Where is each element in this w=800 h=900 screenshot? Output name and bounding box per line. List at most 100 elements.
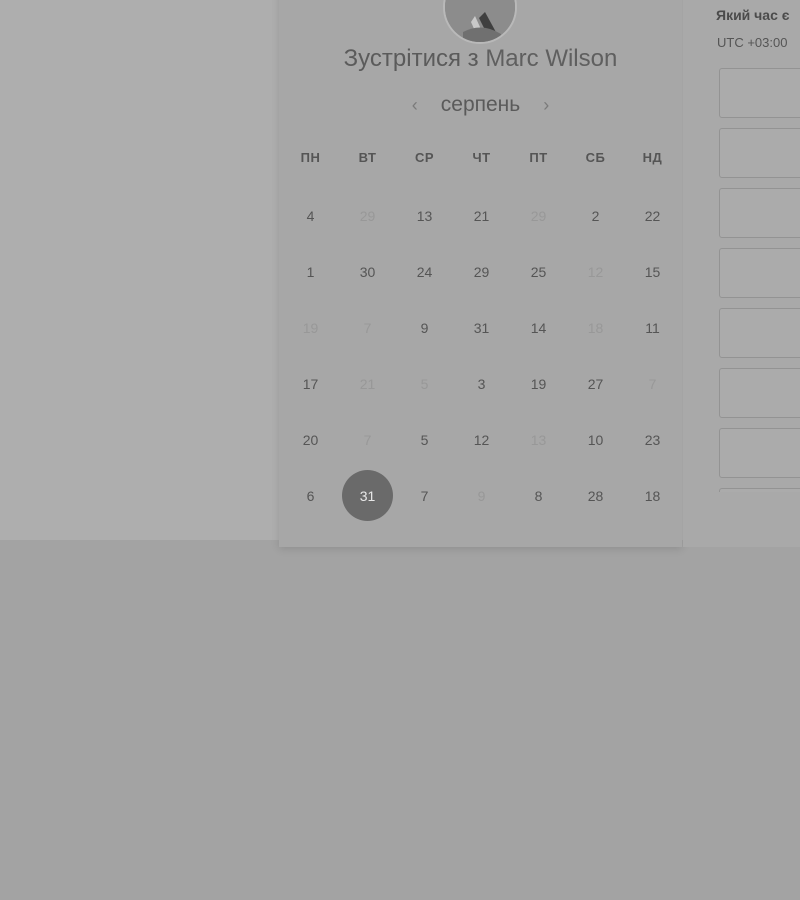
calendar-day-number: 3: [477, 376, 486, 392]
calendar-day-number: 21: [473, 208, 490, 224]
calendar-day: 18: [567, 300, 624, 356]
calendar-day[interactable]: 10: [567, 412, 624, 468]
calendar-day-number: 8: [534, 488, 543, 504]
timezone-label[interactable]: UTC +03:00: [717, 35, 787, 50]
weekday-label: СР: [414, 150, 435, 165]
calendar-day[interactable]: 28: [567, 468, 624, 524]
calendar-day[interactable]: 7: [396, 468, 453, 524]
calendar-day[interactable]: 19: [510, 356, 567, 412]
calendar-day[interactable]: 21: [453, 188, 510, 244]
calendar-day[interactable]: 25: [510, 244, 567, 300]
calendar-day: 9: [453, 468, 510, 524]
calendar-day-number: 13: [530, 432, 547, 448]
weekday-label: ПН: [300, 150, 321, 165]
calendar-day[interactable]: 8: [510, 468, 567, 524]
calendar-day-number: 18: [644, 488, 661, 504]
calendar-day: 7: [339, 412, 396, 468]
weekday-label: ПТ: [529, 150, 548, 165]
calendar-day-number: 31: [473, 320, 490, 336]
meeting-title-prefix: Зустрітися з: [343, 45, 479, 72]
calendar-day[interactable]: 29: [453, 244, 510, 300]
time-slot-button[interactable]: [719, 488, 800, 492]
calendar-day-number: 6: [306, 488, 315, 504]
time-slot-button[interactable]: [719, 68, 800, 118]
calendar-day-number: 7: [363, 432, 372, 448]
calendar-day[interactable]: 17: [282, 356, 339, 412]
calendar-day[interactable]: 31: [453, 300, 510, 356]
calendar-day[interactable]: 27: [567, 356, 624, 412]
calendar-day-number: 1: [306, 264, 315, 280]
calendar-day-number: 4: [306, 208, 315, 224]
calendar-day[interactable]: 6: [282, 468, 339, 524]
calendar-day-number: 31: [359, 488, 376, 504]
calendar-day-number: 29: [359, 208, 376, 224]
host-name: Marc Wilson: [485, 45, 618, 72]
calendar-day-number: 15: [644, 264, 661, 280]
calendar-day[interactable]: 11: [624, 300, 681, 356]
time-slot-button[interactable]: [719, 368, 800, 418]
calendar-day[interactable]: 22: [624, 188, 681, 244]
time-slot-list[interactable]: [719, 68, 800, 492]
calendar-day[interactable]: 9: [396, 300, 453, 356]
calendar-day-number: 29: [530, 208, 547, 224]
weekday-label: НД: [642, 150, 663, 165]
weekday-label: ВТ: [358, 150, 377, 165]
calendar-day-number: 5: [420, 376, 429, 392]
calendar-day[interactable]: 13: [396, 188, 453, 244]
calendar-day[interactable]: 23: [624, 412, 681, 468]
chevron-left-icon[interactable]: ‹: [405, 95, 425, 116]
calendar-day-number: 7: [363, 320, 372, 336]
calendar-day[interactable]: 3: [453, 356, 510, 412]
calendar-day-number: 27: [587, 376, 604, 392]
calendar-day[interactable]: 4: [282, 188, 339, 244]
time-slots-panel: Який час є UTC +03:00: [683, 0, 800, 547]
calendar-day: 13: [510, 412, 567, 468]
calendar-day[interactable]: 14: [510, 300, 567, 356]
calendar-day[interactable]: 1: [282, 244, 339, 300]
weekday-label: ЧТ: [472, 150, 491, 165]
calendar-day[interactable]: 18: [624, 468, 681, 524]
time-slot-button[interactable]: [719, 188, 800, 238]
calendar-day[interactable]: 20: [282, 412, 339, 468]
calendar-day-number: 19: [302, 320, 319, 336]
calendar-day-number: 30: [359, 264, 376, 280]
calendar-day-selected[interactable]: 31: [339, 468, 396, 524]
calendar-day-number: 13: [416, 208, 433, 224]
calendar-day-number: 2: [591, 208, 600, 224]
time-slot-button[interactable]: [719, 248, 800, 298]
calendar-day[interactable]: 30: [339, 244, 396, 300]
calendar-day[interactable]: 24: [396, 244, 453, 300]
calendar-day-number: 25: [530, 264, 547, 280]
calendar-day[interactable]: 12: [453, 412, 510, 468]
calendar-day-number: 20: [302, 432, 319, 448]
calendar-day-number: 14: [530, 320, 547, 336]
calendar-day-number: 7: [420, 488, 429, 504]
calendar-day-number: 21: [359, 376, 376, 392]
calendar-day-number: 11: [645, 320, 660, 336]
calendar-day: 29: [510, 188, 567, 244]
calendar-day-number: 19: [530, 376, 547, 392]
time-panel-title: Який час є: [716, 7, 790, 23]
weekday-label: СБ: [585, 150, 606, 165]
calendar-day[interactable]: 2: [567, 188, 624, 244]
weekday-header: ПН ВТ СР ЧТ ПТ СБ НД: [282, 150, 682, 174]
calendar-day-number: 29: [473, 264, 490, 280]
calendar-day-number: 9: [477, 488, 486, 504]
calendar-day-number: 12: [473, 432, 490, 448]
calendar-day-number: 12: [587, 264, 604, 280]
calendar-card: Зустрітися з Marc Wilson ‹ серпень › ПН В…: [279, 0, 682, 547]
time-slot-button[interactable]: [719, 428, 800, 478]
calendar-day-number: 17: [302, 376, 319, 392]
calendar-day[interactable]: 15: [624, 244, 681, 300]
time-slot-button[interactable]: [719, 128, 800, 178]
chevron-right-icon[interactable]: ›: [536, 95, 556, 116]
calendar-day: 29: [339, 188, 396, 244]
calendar-day: 12: [567, 244, 624, 300]
month-label: серпень: [440, 93, 521, 116]
calendar-day[interactable]: 5: [396, 412, 453, 468]
time-slot-button[interactable]: [719, 308, 800, 358]
calendar-day-number: 5: [420, 432, 429, 448]
calendar-day: 19: [282, 300, 339, 356]
calendar-grid: 4 29 13 21 29 2 22 1 30 24 29 25 12 15 19 7 9 31 14 18 11 17 2…: [282, 188, 682, 524]
calendar-day: 7: [624, 356, 681, 412]
